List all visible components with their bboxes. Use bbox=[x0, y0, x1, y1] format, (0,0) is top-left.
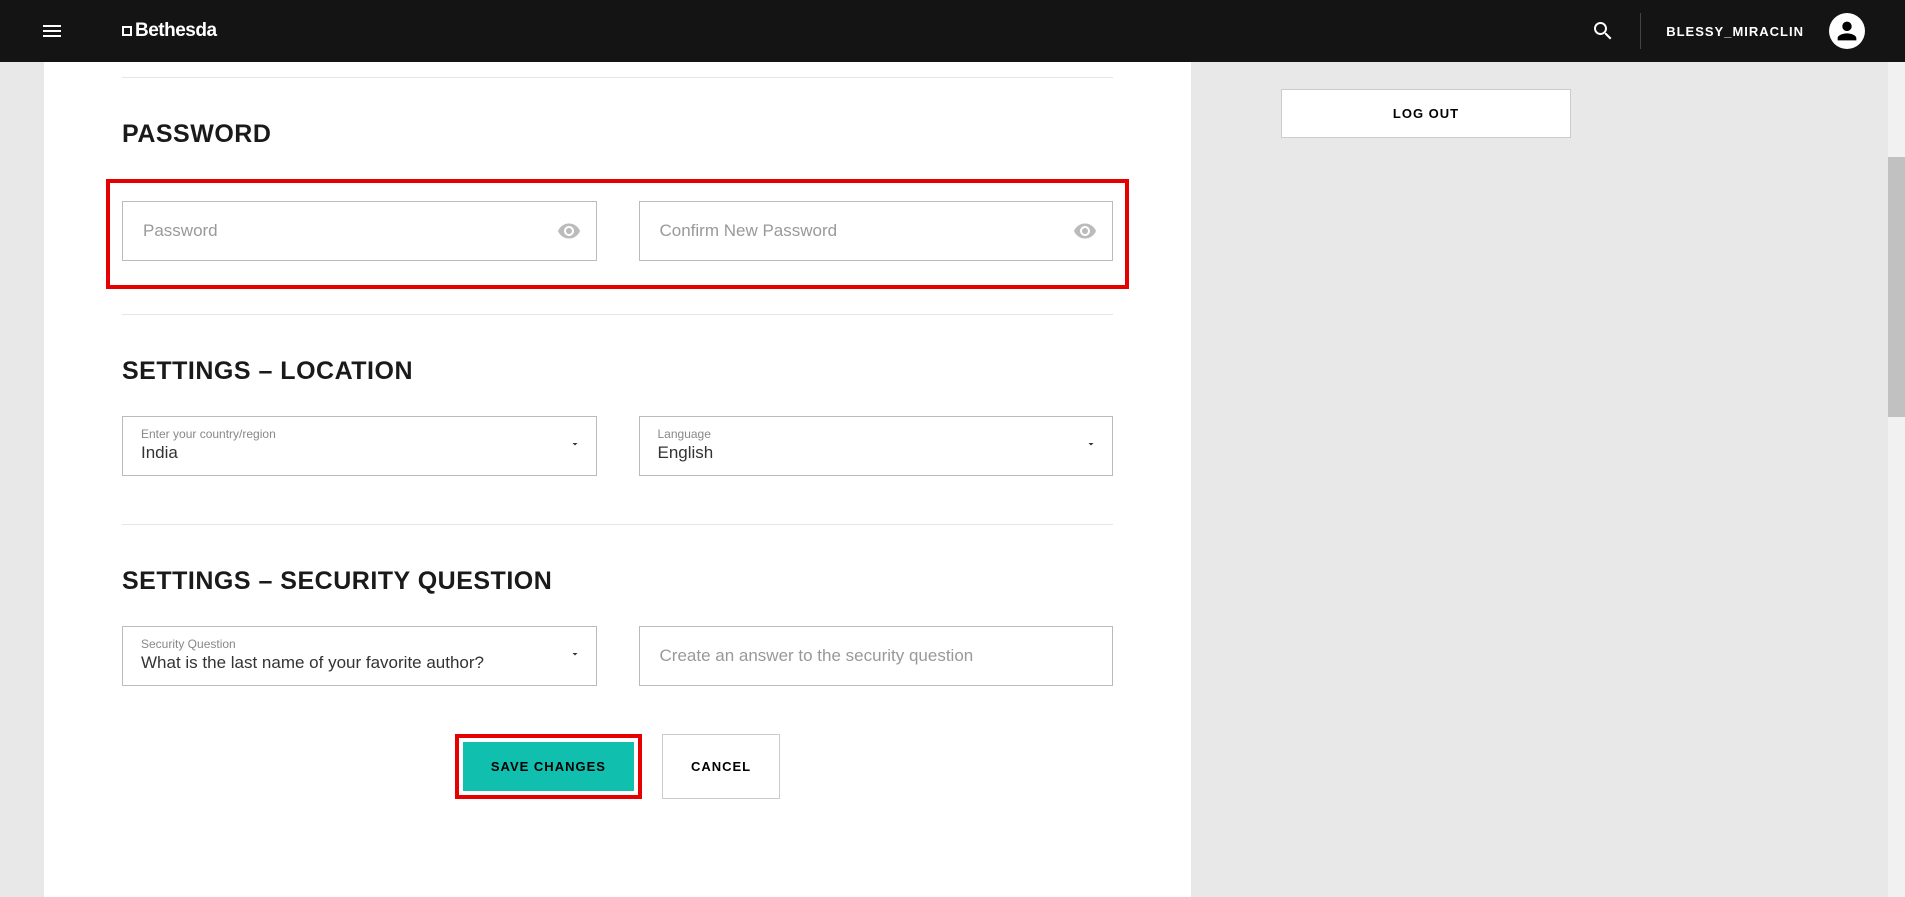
security-question-label: Security Question bbox=[141, 637, 546, 651]
header: Bethesda BLESSY_MIRACLIN bbox=[0, 0, 1905, 62]
logout-button[interactable]: LOG OUT bbox=[1281, 89, 1571, 138]
scrollbar[interactable] bbox=[1888, 62, 1905, 897]
main-container: PASSWORD SETTINGS – LOCA bbox=[0, 62, 1905, 897]
scrollbar-thumb[interactable] bbox=[1888, 157, 1905, 417]
confirm-password-input[interactable] bbox=[639, 201, 1114, 261]
password-input[interactable] bbox=[122, 201, 597, 261]
security-question-value: What is the last name of your favorite a… bbox=[141, 653, 484, 672]
cancel-button[interactable]: CANCEL bbox=[662, 734, 780, 799]
logo[interactable]: Bethesda bbox=[122, 20, 217, 42]
header-right: BLESSY_MIRACLIN bbox=[1591, 13, 1865, 49]
language-field-wrapper: Language English bbox=[639, 416, 1114, 476]
avatar[interactable] bbox=[1829, 13, 1865, 49]
sidebar-right: LOG OUT bbox=[1281, 62, 1571, 897]
country-field-wrapper: Enter your country/region India bbox=[122, 416, 597, 476]
chevron-down-icon bbox=[1085, 437, 1097, 455]
chevron-down-icon bbox=[569, 437, 581, 455]
chevron-down-icon bbox=[569, 647, 581, 665]
country-value: India bbox=[141, 443, 178, 462]
section-divider bbox=[122, 524, 1113, 525]
save-highlight: SAVE CHANGES bbox=[455, 734, 642, 799]
security-answer-input[interactable] bbox=[639, 626, 1114, 686]
button-row: SAVE CHANGES CANCEL bbox=[122, 734, 1113, 799]
section-divider bbox=[122, 314, 1113, 315]
logo-text: Bethesda bbox=[135, 20, 217, 42]
content-area: PASSWORD SETTINGS – LOCA bbox=[44, 62, 1191, 897]
security-answer-wrapper bbox=[639, 626, 1114, 686]
confirm-password-field-wrapper bbox=[639, 201, 1114, 261]
save-button[interactable]: SAVE CHANGES bbox=[463, 742, 634, 791]
security-section-title: SETTINGS – SECURITY QUESTION bbox=[122, 567, 1113, 596]
search-icon[interactable] bbox=[1591, 19, 1615, 43]
language-value: English bbox=[658, 443, 714, 462]
language-select[interactable]: Language English bbox=[639, 416, 1114, 476]
country-label: Enter your country/region bbox=[141, 427, 546, 441]
eye-icon[interactable] bbox=[557, 219, 581, 243]
username[interactable]: BLESSY_MIRACLIN bbox=[1666, 24, 1804, 39]
security-question-select[interactable]: Security Question What is the last name … bbox=[122, 626, 597, 686]
logo-icon bbox=[122, 26, 132, 36]
password-field-wrapper bbox=[122, 201, 597, 261]
password-highlight bbox=[106, 179, 1129, 289]
menu-icon[interactable] bbox=[40, 19, 64, 43]
language-label: Language bbox=[658, 427, 1063, 441]
password-section-title: PASSWORD bbox=[122, 120, 1113, 149]
country-select[interactable]: Enter your country/region India bbox=[122, 416, 597, 476]
header-divider bbox=[1640, 13, 1641, 49]
section-divider bbox=[122, 77, 1113, 78]
eye-icon[interactable] bbox=[1073, 219, 1097, 243]
security-question-wrapper: Security Question What is the last name … bbox=[122, 626, 597, 686]
location-section-title: SETTINGS – LOCATION bbox=[122, 357, 1113, 386]
